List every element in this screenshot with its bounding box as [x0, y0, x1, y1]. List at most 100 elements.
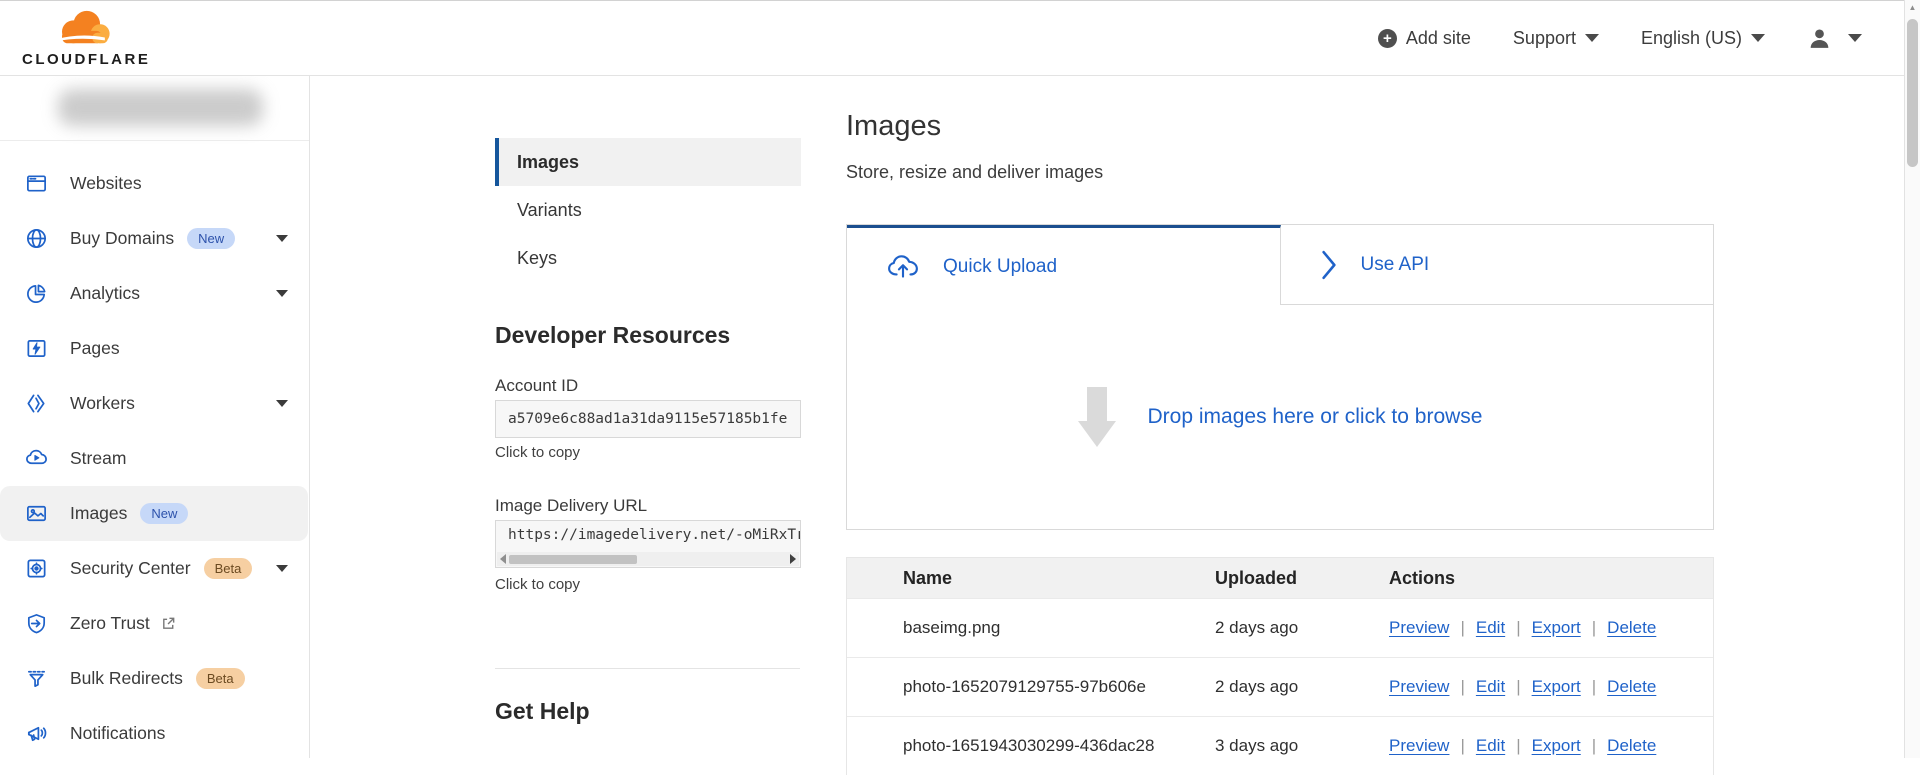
images-table: Name Uploaded Actions baseimg.png2 days …	[846, 557, 1714, 775]
action-link-edit[interactable]: Edit	[1476, 618, 1505, 638]
sidebar-item-stream[interactable]: Stream	[0, 431, 308, 486]
beta-badge: Beta	[204, 558, 253, 580]
column-header-name: Name	[903, 568, 1215, 589]
action-link-export[interactable]: Export	[1532, 618, 1581, 638]
sidebar-item-buy-domains[interactable]: Buy Domains New	[0, 211, 308, 266]
action-separator: |	[1592, 618, 1596, 638]
plus-circle-icon: +	[1378, 29, 1397, 48]
sidebar-item-label: Websites	[70, 173, 142, 194]
sidebar-item-images[interactable]: Images New	[0, 486, 308, 541]
subnav-item-images[interactable]: Images	[495, 138, 801, 186]
action-separator: |	[1516, 736, 1520, 756]
column-header-uploaded: Uploaded	[1215, 568, 1389, 589]
chevron-down-icon	[276, 400, 288, 407]
delivery-url-field[interactable]: https://imagedelivery.net/-oMiRxTr	[495, 520, 801, 568]
scrollbar-up-arrow-icon[interactable]: ▲	[1905, 3, 1920, 12]
sidebar-item-websites[interactable]: Websites	[0, 156, 308, 211]
action-separator: |	[1592, 736, 1596, 756]
sidebar-item-workers[interactable]: Workers	[0, 376, 308, 431]
action-link-export[interactable]: Export	[1532, 677, 1581, 697]
sidebar-item-label: Stream	[70, 448, 126, 469]
get-help-title: Get Help	[495, 698, 590, 725]
globe-icon	[25, 227, 48, 250]
row-actions: Preview|Edit|Export|Delete	[1389, 736, 1713, 756]
page-subtitle: Store, resize and deliver images	[846, 162, 1103, 183]
viewport-top-edge	[0, 0, 1920, 1]
account-id-click-to-copy[interactable]: Click to copy	[495, 444, 580, 461]
pie-chart-icon	[25, 282, 48, 305]
action-link-delete[interactable]: Delete	[1607, 677, 1656, 697]
cloud-upload-icon	[887, 254, 919, 280]
action-link-preview[interactable]: Preview	[1389, 677, 1449, 697]
cloudflare-logo[interactable]: CLOUDFLARE	[22, 8, 142, 68]
action-link-preview[interactable]: Preview	[1389, 618, 1449, 638]
row-actions: Preview | Edit | Export | Delete	[1389, 618, 1713, 638]
action-separator: |	[1460, 677, 1464, 697]
add-site-button[interactable]: + Add site	[1378, 28, 1471, 49]
dropzone-text: Drop images here or click to browse	[1148, 405, 1483, 429]
sidebar-item-label: Security Center	[70, 558, 191, 579]
tab-quick-upload-label: Quick Upload	[943, 256, 1057, 278]
sidebar-item-zero-trust[interactable]: Zero Trust	[0, 596, 308, 651]
table-header-row: Name Uploaded Actions	[847, 558, 1713, 598]
table-row: photo-1651943030299-436dac283 days agoPr…	[847, 716, 1713, 775]
sidebar-nav: Websites Buy Domains New Analytics Pages Work…	[0, 156, 308, 761]
tab-quick-upload[interactable]: Quick Upload	[847, 225, 1281, 305]
user-menu[interactable]	[1807, 26, 1862, 51]
scrollbar-thumb[interactable]	[1907, 19, 1918, 167]
sidebar-item-label: Workers	[70, 393, 135, 414]
sidebar-item-analytics[interactable]: Analytics	[0, 266, 308, 321]
funnel-icon	[25, 667, 48, 690]
delivery-url-value: https://imagedelivery.net/-oMiRxTr	[508, 527, 801, 543]
down-arrow-icon	[1078, 387, 1116, 447]
subnav-divider	[495, 668, 800, 669]
action-link-preview[interactable]: Preview	[1389, 736, 1449, 756]
new-badge: New	[187, 228, 235, 250]
sidebar-item-label: Images	[70, 503, 127, 524]
uploaded-time: 2 days ago	[1215, 677, 1389, 697]
sidebar-item-notifications[interactable]: Notifications	[0, 706, 308, 761]
action-separator: |	[1460, 618, 1464, 638]
tab-use-api[interactable]: Use API	[1281, 225, 1714, 305]
image-dropzone[interactable]: Drop images here or click to browse	[847, 305, 1713, 529]
horizontal-scrollbar[interactable]	[497, 552, 799, 566]
megaphone-icon	[25, 722, 48, 745]
support-menu[interactable]: Support	[1513, 28, 1599, 49]
uploaded-time: 3 days ago	[1215, 736, 1389, 756]
delivery-url-label: Image Delivery URL	[495, 496, 647, 516]
chevron-down-icon	[1848, 34, 1862, 42]
action-separator: |	[1516, 618, 1520, 638]
scroll-left-arrow-icon[interactable]	[500, 554, 506, 564]
table-row: photo-1652079129755-97b606e2 days agoPre…	[847, 657, 1713, 716]
new-badge: New	[140, 503, 188, 525]
action-link-delete[interactable]: Delete	[1607, 618, 1656, 638]
workers-icon	[25, 392, 48, 415]
sidebar-item-label: Analytics	[70, 283, 140, 304]
cloudflare-logo-text: CLOUDFLARE	[22, 51, 142, 68]
action-link-export[interactable]: Export	[1532, 736, 1581, 756]
sidebar-item-pages[interactable]: Pages	[0, 321, 308, 376]
language-label: English (US)	[1641, 28, 1742, 49]
horizontal-scrollbar-thumb[interactable]	[509, 555, 637, 564]
vertical-scrollbar[interactable]: ▲	[1904, 0, 1920, 758]
action-link-delete[interactable]: Delete	[1607, 736, 1656, 756]
stream-icon	[25, 447, 48, 470]
app-header: CLOUDFLARE + Add site Support English (U…	[0, 0, 1920, 76]
cloudflare-cloud-icon	[48, 8, 116, 48]
sidebar-item-bulk-redirects[interactable]: Bulk RedirectsBeta	[0, 651, 308, 706]
action-link-edit[interactable]: Edit	[1476, 677, 1505, 697]
file-name: baseimg.png	[903, 618, 1215, 638]
account-id-field[interactable]: a5709e6c88ad1a31da9115e57185b1fe	[495, 400, 801, 438]
chevron-down-icon	[276, 290, 288, 297]
sidebar-item-label: Buy Domains	[70, 228, 174, 249]
delivery-url-click-to-copy[interactable]: Click to copy	[495, 576, 580, 593]
user-avatar-icon	[1807, 26, 1832, 51]
upload-tab-row: Quick Upload Use API	[847, 225, 1713, 305]
language-menu[interactable]: English (US)	[1641, 28, 1765, 49]
subnav-item-variants[interactable]: Variants	[495, 186, 801, 234]
scroll-right-arrow-icon[interactable]	[790, 554, 796, 564]
action-link-edit[interactable]: Edit	[1476, 736, 1505, 756]
subnav-item-keys[interactable]: Keys	[495, 234, 801, 282]
uploaded-time: 2 days ago	[1215, 618, 1389, 638]
sidebar-item-security-center[interactable]: Security Center Beta	[0, 541, 308, 596]
